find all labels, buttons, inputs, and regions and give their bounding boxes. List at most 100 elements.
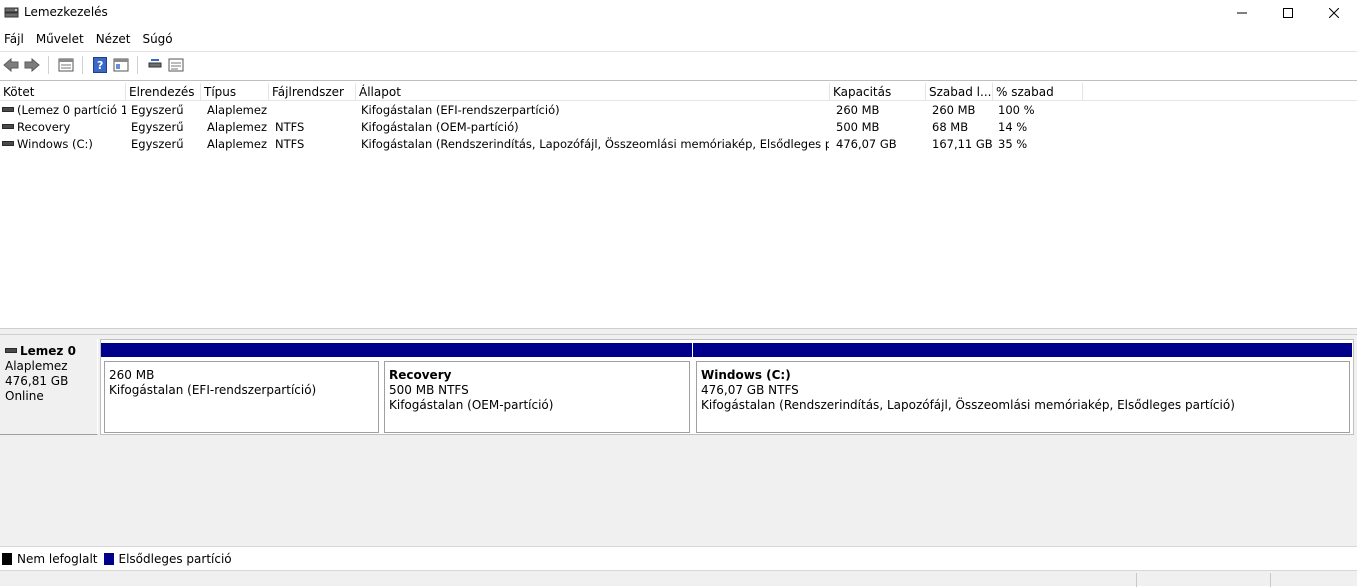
disk-icon [5,348,17,353]
toolbar-separator [137,55,138,74]
forward-icon [24,57,40,72]
layout-cell: Egyszerű [131,120,184,134]
partition-status: Kifogástalan (EFI-rendszerpartíció) [109,383,317,397]
status-bar [0,570,1357,587]
column-header-status[interactable]: Állapot [356,83,830,101]
forward-button[interactable] [22,55,42,75]
drive-icon [2,124,14,129]
filesystem-cell: NTFS [275,120,305,134]
properties-button[interactable] [56,55,76,75]
capacity-cell: 260 MB [836,103,880,117]
show-pane-icon [113,58,129,71]
help-icon: ? [93,56,107,73]
back-button[interactable] [1,55,21,75]
column-header-free-space[interactable]: Szabad l... [926,83,993,101]
volume-list: Kötet Elrendezés Típus Fájlrendszer Álla… [0,80,1357,328]
partition-size: 260 MB [109,368,155,382]
partition-status: Kifogástalan (Rendszerindítás, Lapozófáj… [701,398,1235,412]
volume-name: Recovery [17,120,71,134]
legend-primary-partition: Elsődleges partíció [118,551,232,566]
toolbar: ? [0,51,1357,77]
close-button[interactable] [1311,0,1357,26]
drive-icon [2,107,14,112]
toolbar-separator [48,55,49,74]
menu-file[interactable]: Fájl [0,29,31,49]
svg-text:?: ? [97,59,103,72]
legend: Nem lefoglalt Elsődleges partíció [0,546,1357,570]
disk-size: 476,81 GB [5,374,69,388]
list-view-icon [168,58,184,71]
partition-title: Recovery [389,368,452,382]
connect-icon [148,58,162,67]
column-header-type[interactable]: Típus [201,83,269,101]
partition-windows[interactable]: Windows (C:) 476,07 GB NTFS Kifogástalan… [693,343,1352,433]
volume-name: Windows (C:) [17,137,93,151]
partition-efi[interactable]: 260 MB Kifogástalan (EFI-rendszerpartíci… [101,343,381,433]
partition-area: 260 MB Kifogástalan (EFI-rendszerpartíci… [100,339,1354,435]
capacity-cell: 500 MB [836,120,880,134]
partition-recovery[interactable]: Recovery 500 MB NTFS Kifogástalan (OEM-p… [381,343,692,433]
column-header-volume[interactable]: Kötet [0,83,126,101]
show-pane-button[interactable] [111,55,131,75]
free-space-cell: 167,11 GB [932,137,993,151]
unallocated-swatch [2,552,12,565]
minimize-icon [1237,12,1247,14]
disk-management-icon [4,6,19,19]
type-cell: Alaplemez [207,137,267,151]
legend-unallocated: Nem lefoglalt [17,551,98,566]
table-row[interactable]: Recovery Egyszerű Alaplemez NTFS Kifogás… [0,119,1100,136]
partition-size: 476,07 GB NTFS [701,383,799,397]
menu-view[interactable]: Nézet [91,29,138,49]
partition-type-bar [101,343,381,357]
list-view-button[interactable] [166,55,186,75]
disk-map: Lemez 0 Alaplemez 476,81 GB Online 260 M… [0,335,1357,546]
partition-type-bar [381,343,692,357]
column-header-percent-free[interactable]: % szabad [993,83,1083,101]
free-space-cell: 68 MB [932,120,969,134]
status-cell: Kifogástalan (OEM-partíció) [361,120,519,134]
free-space-cell: 260 MB [932,103,976,117]
volume-name: (Lemez 0 partíció 1) [17,103,126,117]
minimize-button[interactable] [1219,0,1265,26]
type-cell: Alaplemez [207,120,267,134]
status-divider [1136,573,1137,587]
pane-splitter[interactable] [0,328,1357,335]
table-row[interactable]: Windows (C:) Egyszerű Alaplemez NTFS Kif… [0,136,1100,153]
disk-label[interactable]: Lemez 0 Alaplemez 476,81 GB Online [0,339,98,435]
percent-free-cell: 35 % [998,137,1028,151]
disk-name: Lemez 0 [20,344,76,358]
column-header-filesystem[interactable]: Fájlrendszer [269,83,356,101]
layout-cell: Egyszerű [131,103,184,117]
maximize-button[interactable] [1265,0,1311,26]
menu-help[interactable]: Súgó [137,29,179,49]
volume-list-header: Kötet Elrendezés Típus Fájlrendszer Álla… [0,83,1357,101]
capacity-cell: 476,07 GB [836,137,897,151]
toolbar-separator [82,55,83,74]
partition-status: Kifogástalan (OEM-partíció) [389,398,554,412]
partition-size: 500 MB NTFS [389,383,469,397]
menu-action[interactable]: Művelet [31,29,91,49]
disk-state: Online [5,389,44,403]
connect-button[interactable] [145,55,165,75]
menu-bar: Fájl Művelet Nézet Súgó [0,28,1357,50]
type-cell: Alaplemez [207,103,267,117]
properties-icon [58,58,74,71]
partition-title: Windows (C:) [701,368,791,382]
help-button[interactable]: ? [90,55,110,75]
partition-type-bar [693,343,1352,357]
column-header-layout[interactable]: Elrendezés [126,83,201,101]
filesystem-cell: NTFS [275,137,305,151]
percent-free-cell: 100 % [998,103,1035,117]
close-icon [1329,8,1339,18]
column-header-capacity[interactable]: Kapacitás [830,83,926,101]
status-divider [1270,573,1271,587]
layout-cell: Egyszerű [131,137,184,151]
disk-type: Alaplemez [5,359,68,373]
title-bar: Lemezkezelés [0,0,1357,26]
maximize-icon [1283,8,1293,18]
table-row[interactable]: (Lemez 0 partíció 1) Egyszerű Alaplemez … [0,102,1100,119]
status-cell: Kifogástalan (Rendszerindítás, Lapozófáj… [361,137,829,151]
back-icon [3,57,19,72]
percent-free-cell: 14 % [998,120,1028,134]
primary-partition-swatch [103,552,114,565]
